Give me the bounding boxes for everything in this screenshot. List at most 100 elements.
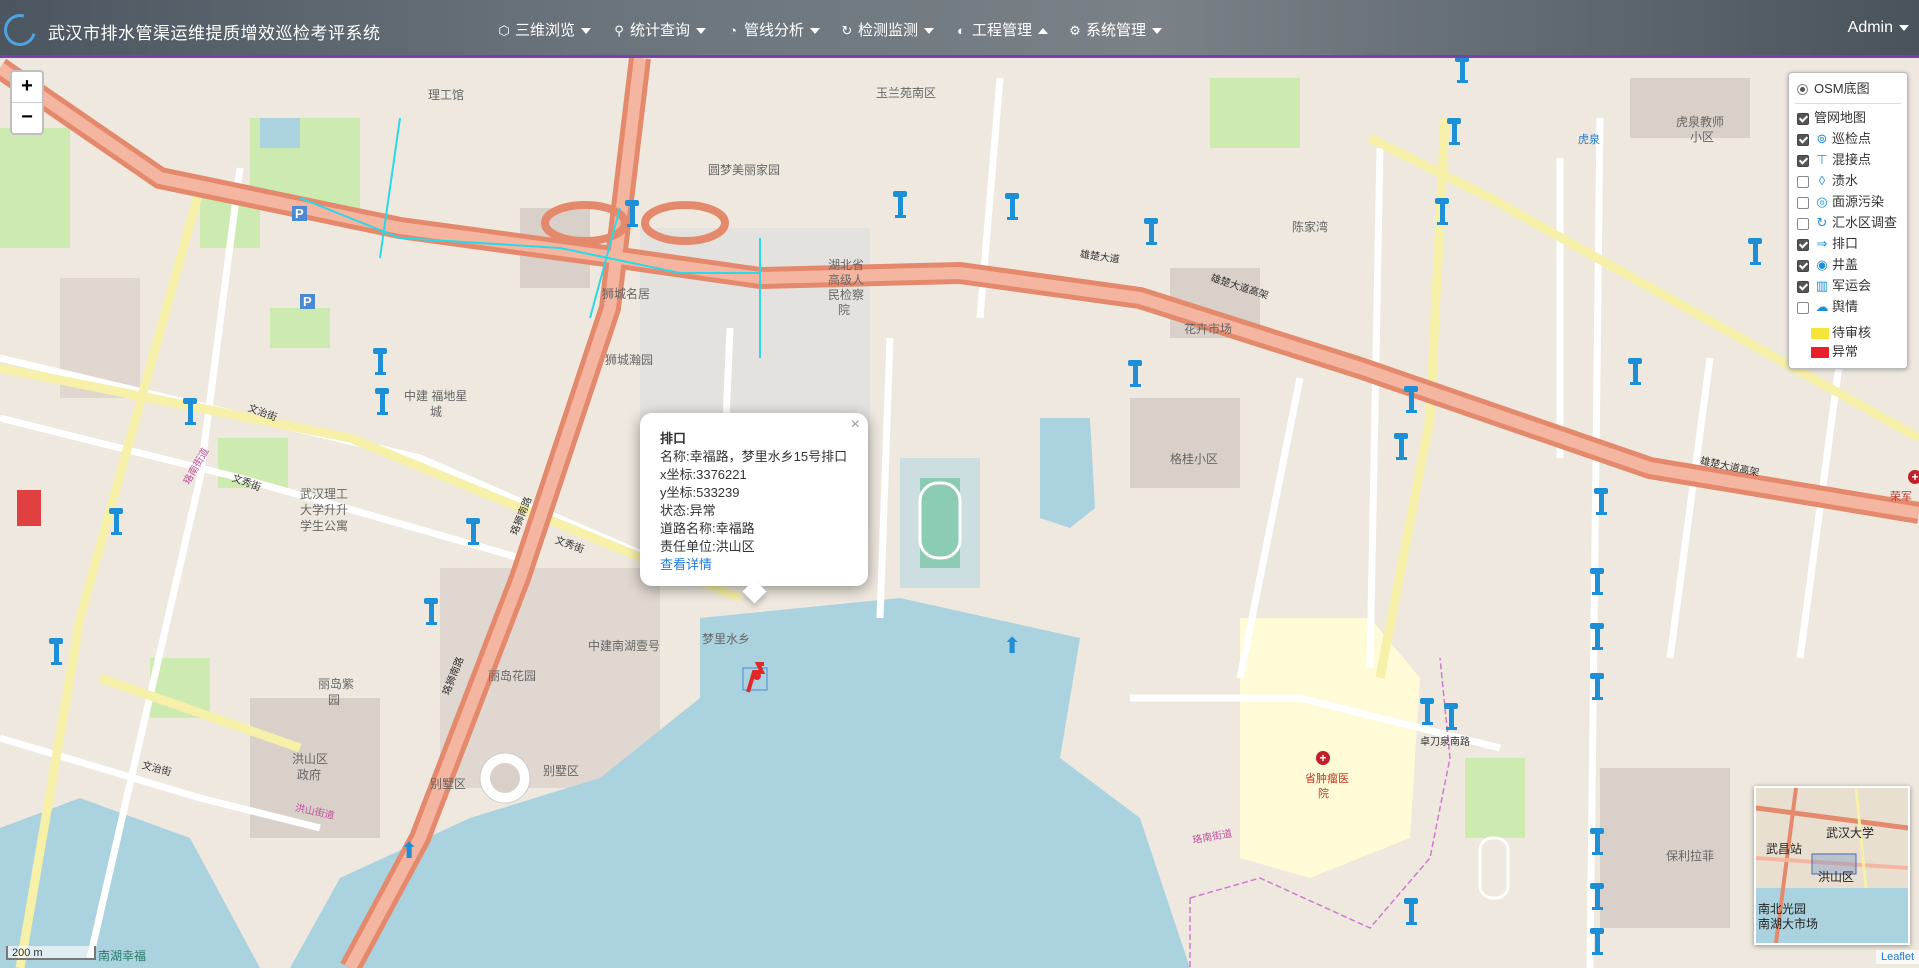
zoom-out-button[interactable]: − <box>12 103 42 133</box>
mixed-connection-marker[interactable] <box>463 518 483 545</box>
map-label: 小区 <box>1690 130 1715 144</box>
user-menu[interactable]: Admin <box>1848 19 1909 37</box>
mixed-connection-marker[interactable] <box>1587 883 1607 910</box>
nav-pipeline-analysis[interactable]: ◔ 管线分析 <box>726 19 821 40</box>
mixed-connection-marker[interactable] <box>622 200 642 227</box>
checkbox[interactable] <box>1797 175 1809 188</box>
nav-statistics-query[interactable]: ⚲ 统计查询 <box>612 19 707 40</box>
mixed-connection-marker[interactable] <box>106 508 126 535</box>
layer-public-opinion[interactable]: ☁ 舆情 <box>1797 297 1858 317</box>
cube-icon: ⬡ <box>498 23 510 38</box>
mixed-connection-marker[interactable] <box>1444 118 1464 145</box>
checkbox[interactable] <box>1797 301 1809 314</box>
close-icon[interactable]: × <box>851 416 860 434</box>
popup-status: 状态:异常 <box>660 503 716 518</box>
chevron-down-icon <box>696 28 707 35</box>
view-details-link[interactable]: 查看详情 <box>660 554 712 573</box>
map-canvas[interactable]: 理工馆 玉兰苑南区 圆梦美丽家园 湖北省 高级人 民检察 院 陈家湾 虎泉教师 … <box>0 58 1919 968</box>
map-label: 中建南湖壹号 <box>588 639 661 653</box>
layer-mixed-connection[interactable]: ⊤ 混接点 <box>1797 150 1871 170</box>
app-title: 武汉市排水管渠运维提质增效巡检考评系统 <box>48 24 381 43</box>
mixed-connection-marker[interactable] <box>1391 433 1411 460</box>
minimap-label: 武昌站 <box>1766 842 1803 856</box>
mixed-connection-marker[interactable] <box>370 348 390 375</box>
map-label: 荣军 <box>1890 491 1912 503</box>
outfall-marker-icon[interactable]: ⬆ <box>400 836 422 866</box>
map-label: 丽岛紫 <box>318 677 355 691</box>
popup-x-coordinate: x坐标:3376221 <box>660 467 747 482</box>
mixed-connection-marker[interactable] <box>1141 218 1161 245</box>
checkbox[interactable] <box>1797 154 1809 167</box>
mixed-connection-marker[interactable] <box>1587 623 1607 650</box>
mixed-connection-marker[interactable] <box>46 638 66 665</box>
mixed-connection-marker[interactable] <box>1401 898 1421 925</box>
base-layer-osm[interactable]: OSM底图 <box>1797 79 1870 99</box>
layer-outfall[interactable]: ⇒ 排口 <box>1797 234 1858 254</box>
mixed-connection-marker[interactable] <box>1417 698 1437 725</box>
map-label: 洪山区 <box>292 752 329 766</box>
nav-inspection-monitoring[interactable]: ↻ 检测监测 <box>840 19 935 40</box>
layer-inspection-point[interactable]: ⊚ 巡检点 <box>1797 129 1871 149</box>
legend-swatch-exception <box>1811 347 1829 358</box>
checkbox[interactable] <box>1797 112 1809 125</box>
popup-responsible-unit: 责任单位:洪山区 <box>660 539 755 554</box>
mixed-connection-marker[interactable] <box>1441 703 1461 730</box>
nav-3d-browse[interactable]: ⬡ 三维浏览 <box>497 19 592 40</box>
checkbox[interactable] <box>1797 196 1809 209</box>
mixed-connection-marker[interactable] <box>180 398 200 425</box>
map-label: 别墅区 <box>430 777 467 791</box>
mixed-connection-marker[interactable] <box>421 598 441 625</box>
mixed-connection-marker[interactable] <box>1002 193 1022 220</box>
map-label: 省肿瘤医 <box>1305 773 1349 785</box>
checkbox[interactable] <box>1797 133 1809 146</box>
layer-waterlogging[interactable]: ◊ 渍水 <box>1797 171 1858 191</box>
layer-pipe-map[interactable]: 管网地图 <box>1797 108 1866 128</box>
mixed-connection-marker[interactable] <box>1591 488 1611 515</box>
layer-manhole-cover[interactable]: ◉ 井盖 <box>1797 255 1858 275</box>
layer-military-games[interactable]: ▥ 军运会 <box>1797 276 1871 296</box>
nav-project-management[interactable]: ◐ 工程管理 <box>954 19 1049 40</box>
nav-system-management[interactable]: ⚙ 系统管理 <box>1068 19 1163 40</box>
mixed-connection-marker[interactable] <box>1625 358 1645 385</box>
mixed-connection-marker[interactable] <box>1125 360 1145 387</box>
mixed-connection-marker[interactable] <box>1587 928 1607 955</box>
map-base-layer <box>0 58 1919 968</box>
mixed-connection-marker[interactable] <box>372 388 392 415</box>
attribution-link[interactable]: Leaflet <box>1875 950 1919 964</box>
checkbox[interactable] <box>1797 280 1809 293</box>
minimap[interactable]: 武汉大学 武昌站 洪山区 南北光园 南湖大市场 <box>1754 786 1910 945</box>
layer-nonpoint-pollution[interactable]: ◎ 面源污染 <box>1797 192 1884 212</box>
zoom-in-button[interactable]: + <box>12 72 42 103</box>
map-label: 大学升升 <box>300 503 349 517</box>
chevron-down-icon <box>810 28 821 35</box>
checkbox[interactable] <box>1797 259 1809 272</box>
checkbox[interactable] <box>1797 238 1809 251</box>
map-label: 政府 <box>297 768 322 782</box>
mixed-connection-marker[interactable] <box>1452 58 1472 83</box>
divider <box>1795 103 1901 104</box>
mixed-connection-marker[interactable] <box>890 191 910 218</box>
legend-label-pending: 待审核 <box>1832 325 1872 340</box>
mixed-connection-marker[interactable] <box>1745 238 1765 265</box>
hospital-icon: + <box>1908 470 1919 484</box>
map-label: 圆梦美丽家园 <box>708 163 781 177</box>
minimap-label: 洪山区 <box>1818 870 1855 884</box>
popup-name: 名称:幸福路，梦里水乡15号排口 <box>660 449 848 464</box>
map-label: 园 <box>328 693 341 707</box>
military-games-icon: ▥ <box>1815 278 1829 293</box>
map-label: 中建 福地星 <box>404 389 468 403</box>
radio-button[interactable] <box>1797 84 1808 96</box>
mixed-connection-marker[interactable] <box>1587 673 1607 700</box>
mixed-connection-marker[interactable] <box>1432 198 1452 225</box>
map-label: 丽岛花园 <box>488 669 537 683</box>
exception-outfall-marker-icon[interactable] <box>742 654 768 694</box>
checkbox[interactable] <box>1797 217 1809 230</box>
map-label: 狮城名居 <box>602 287 651 301</box>
mixed-connection-marker[interactable] <box>1401 386 1421 413</box>
outfall-marker-icon[interactable]: ⬆ <box>1003 631 1025 661</box>
mixed-connection-marker[interactable] <box>1587 828 1607 855</box>
zoom-control: + − <box>10 70 44 135</box>
layer-catchment-survey[interactable]: ↻ 汇水区调查 <box>1797 213 1897 233</box>
catchment-survey-icon: ↻ <box>1816 215 1828 230</box>
mixed-connection-marker[interactable] <box>1587 568 1607 595</box>
